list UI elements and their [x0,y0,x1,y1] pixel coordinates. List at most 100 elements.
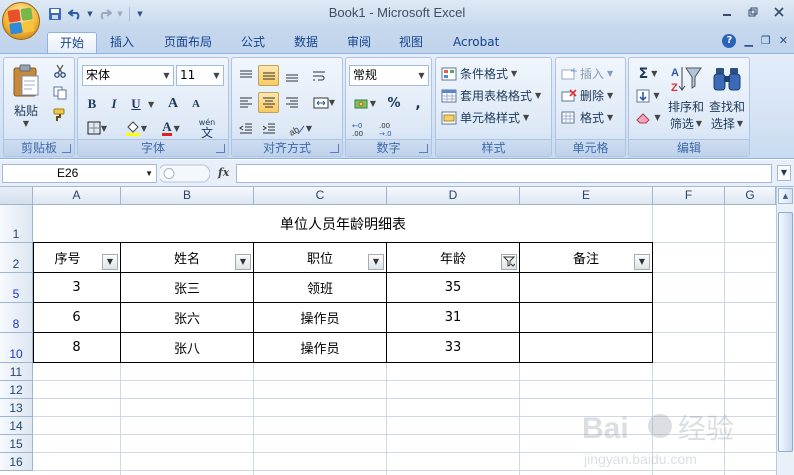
header-cell-age[interactable]: 年龄 [387,243,519,272]
align-center-button[interactable] [258,92,279,113]
align-middle-button[interactable] [258,65,279,86]
insert-cells-button[interactable]: 插入 ▼ [560,63,624,84]
column-header-d[interactable]: D [387,187,520,205]
tab-acrobat[interactable]: Acrobat [441,32,511,54]
tab-home[interactable]: 开始 [47,32,98,54]
sort-filter-button[interactable]: AZ 排序和 筛选 ▼ [666,61,706,135]
align-bottom-button[interactable] [281,65,302,86]
autosum-button[interactable]: Σ ▼ [632,63,664,84]
clear-button[interactable]: ▼ [632,107,664,128]
column-header-c[interactable]: C [254,187,387,205]
wrap-text-button[interactable] [308,65,330,86]
filter-dropdown-button[interactable]: ▼ [368,254,384,270]
table-cell[interactable]: 35 [387,273,519,302]
paste-button[interactable]: 粘贴 ▼ [6,60,46,132]
row-header-8[interactable]: 8 [0,303,33,333]
filter-dropdown-button[interactable]: ▼ [235,254,251,270]
tab-page-layout[interactable]: 页面布局 [152,32,224,54]
filter-dropdown-button[interactable]: ▼ [102,254,118,270]
table-cell[interactable]: 33 [387,333,519,362]
tab-data[interactable]: 数据 [282,32,330,54]
scroll-up-icon[interactable]: ▲ [778,188,793,204]
cell-styles-button[interactable]: 单元格样式 ▼ [440,107,550,128]
column-header-e[interactable]: E [520,187,653,205]
merge-center-button[interactable]: ▼ [308,92,340,113]
row-header-13[interactable]: 13 [0,399,33,417]
align-right-button[interactable] [281,92,302,113]
alignment-dialog-launcher[interactable] [330,144,339,153]
decrease-indent-button[interactable] [235,118,256,139]
row-header-1[interactable]: 1 [0,205,33,243]
restore-icon[interactable] [742,3,764,21]
tab-formulas[interactable]: 公式 [229,32,277,54]
row-header-12[interactable]: 12 [0,381,33,399]
column-header-f[interactable]: F [653,187,725,205]
filter-dropdown-button[interactable]: ▼ [634,254,650,270]
increase-indent-button[interactable] [258,118,279,139]
tab-insert[interactable]: 插入 [98,32,146,54]
align-left-button[interactable] [235,92,256,113]
font-size-select[interactable]: 11 ▼ [176,65,224,86]
fill-button[interactable]: ▼ [632,85,664,106]
column-header-b[interactable]: B [121,187,254,205]
table-cell[interactable]: 张八 [121,333,253,362]
minimize-icon[interactable] [716,3,738,21]
format-painter-button[interactable] [49,105,71,125]
header-cell-name[interactable]: 姓名 [121,243,253,272]
clipboard-dialog-launcher[interactable] [62,144,71,153]
find-select-button[interactable]: 查找和 选择 ▼ [707,61,747,135]
table-cell[interactable]: 操作员 [254,333,386,362]
delete-cells-button[interactable]: 删除 ▼ [560,85,624,106]
phonetic-guide-button[interactable]: wén 文 [190,116,224,140]
table-cell[interactable] [520,273,652,302]
table-cell[interactable] [520,333,652,362]
table-cell[interactable]: 领班 [254,273,386,302]
table-cell[interactable]: 操作员 [254,303,386,332]
close-icon[interactable] [768,3,790,21]
row-header-11[interactable]: 11 [0,363,33,381]
scrollbar-thumb[interactable] [778,212,793,452]
table-cell[interactable]: 6 [33,303,120,332]
copy-button[interactable] [49,83,71,103]
font-name-select[interactable]: 宋体 ▼ [82,65,174,86]
accounting-format-button[interactable]: ▼ [349,93,381,114]
chevron-down-icon[interactable]: ▼ [145,165,153,182]
tab-view[interactable]: 视图 [387,32,435,54]
expand-formula-bar-icon[interactable]: ▼ [777,165,791,181]
help-icon[interactable]: ? [722,34,737,48]
insert-function-button[interactable]: fx [218,166,229,179]
header-cell-position[interactable]: 职位 [254,243,386,272]
align-top-button[interactable] [235,65,256,86]
column-header-a[interactable]: A [33,187,121,205]
number-dialog-launcher[interactable] [419,144,428,153]
conditional-formatting-button[interactable]: 条件格式 ▼ [440,63,550,84]
tab-review[interactable]: 审阅 [335,32,383,54]
percent-style-button[interactable]: % [383,93,405,114]
table-cell[interactable]: 31 [387,303,519,332]
underline-dropdown-icon[interactable]: ▼ [148,100,154,109]
row-header-15[interactable]: 15 [0,435,33,453]
row-header-16[interactable]: 16 [0,453,33,471]
worksheet-grid[interactable]: A B C D E F G 1 2 5 8 10 11 12 13 14 15 … [0,187,776,475]
row-header-2[interactable]: 2 [0,243,33,273]
fill-color-button[interactable]: ▼ [120,118,152,138]
row-header-5[interactable]: 5 [0,273,33,303]
decrease-decimal-button[interactable]: .00 →.0 [376,118,400,139]
workbook-close-icon[interactable]: ✕ [779,34,788,48]
formula-input[interactable] [236,164,772,183]
table-cell[interactable]: 张三 [121,273,253,302]
shrink-font-button[interactable]: A [185,94,207,114]
row-header-10[interactable]: 10 [0,333,33,363]
bold-button[interactable]: B [82,94,102,114]
table-title[interactable]: 单位人员年龄明细表 [33,205,653,242]
table-cell[interactable]: 8 [33,333,120,362]
column-header-g[interactable]: G [725,187,776,205]
font-dialog-launcher[interactable] [216,144,225,153]
office-button[interactable] [2,2,40,40]
workbook-minimize-icon[interactable]: ▁ [744,34,752,48]
header-cell-remark[interactable]: 备注 [520,243,652,272]
orientation-button[interactable]: ab ▼ [284,118,316,139]
underline-button[interactable]: U [126,94,146,114]
filter-active-button[interactable] [501,254,517,270]
table-cell[interactable]: 3 [33,273,120,302]
